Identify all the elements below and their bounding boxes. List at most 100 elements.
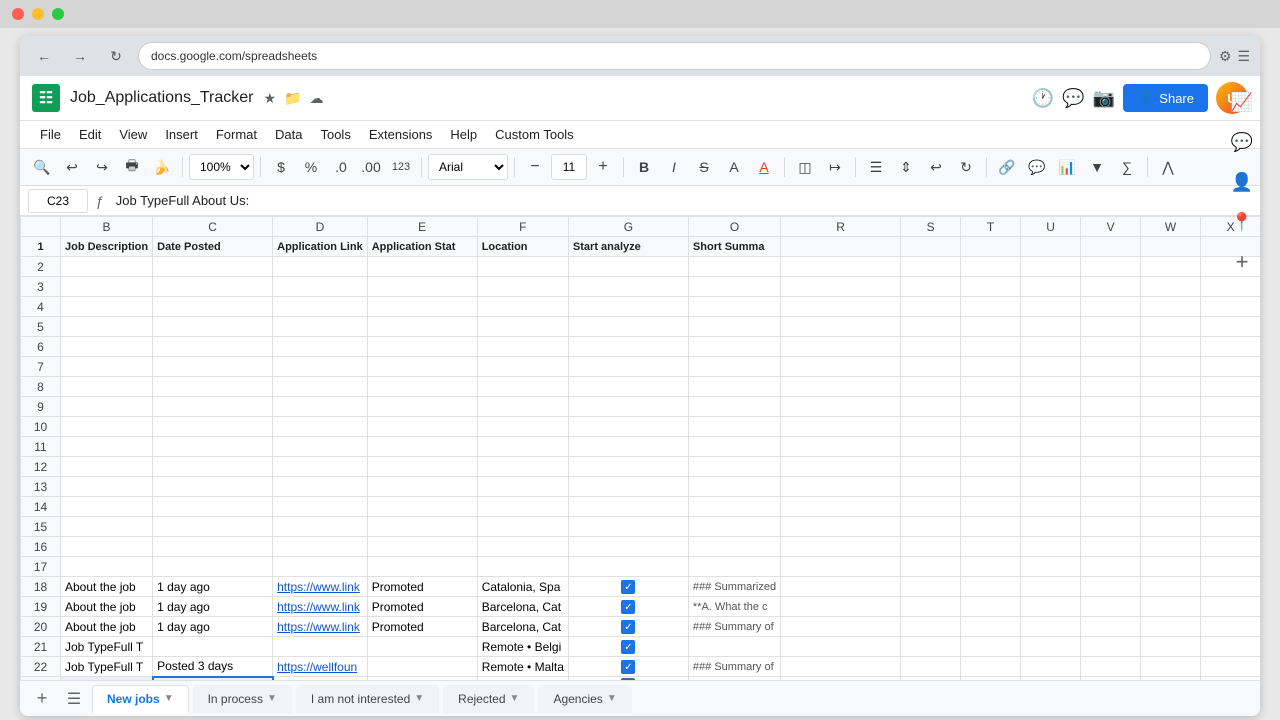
start-analyze-cell[interactable]: ✓ <box>568 617 688 637</box>
col-r[interactable]: R <box>781 217 901 237</box>
redo-button[interactable]: ↪ <box>88 153 116 181</box>
sidebar-plus-icon[interactable]: + <box>1228 248 1256 276</box>
document-title[interactable]: Job_Applications_Tracker <box>70 89 254 107</box>
decimal-increase-button[interactable]: .00 <box>357 153 385 181</box>
col-b[interactable]: B <box>61 217 153 237</box>
location-cell[interactable]: Remote • Malta <box>477 657 568 677</box>
link-cell[interactable]: https://wellfoun <box>278 680 358 681</box>
col-o[interactable]: O <box>688 217 780 237</box>
start-analyze-cell[interactable]: ✓ <box>568 577 688 597</box>
col-v[interactable]: V <box>1081 217 1141 237</box>
menu-format[interactable]: Format <box>208 123 265 146</box>
menu-edit[interactable]: Edit <box>71 123 109 146</box>
star-icon[interactable]: ★ <box>264 90 277 107</box>
summary-cell[interactable] <box>688 637 780 657</box>
table-row[interactable]: 20 About the job 1 day ago https://www.l… <box>21 617 1261 637</box>
app-status-cell[interactable] <box>367 637 477 657</box>
app-link-cell[interactable]: https://www.link <box>273 617 368 637</box>
zoom-selector[interactable]: 100% <box>189 154 254 180</box>
filter-button[interactable]: ▼ <box>1083 153 1111 181</box>
refresh-button[interactable]: ↻ <box>102 42 130 70</box>
menu-view[interactable]: View <box>111 123 155 146</box>
grid-container[interactable]: B C D E F G O R S T U V W X <box>20 216 1260 680</box>
merge-button[interactable]: ↦ <box>821 153 849 181</box>
checkbox-checked[interactable]: ✓ <box>621 640 635 654</box>
valign-button[interactable]: ⇕ <box>892 153 920 181</box>
tab-in-process-dropdown[interactable]: ▼ <box>267 693 277 704</box>
summary-cell[interactable]: ### Summary of <box>688 617 780 637</box>
job-desc-cell[interactable]: About the job <box>61 597 153 617</box>
tab-agencies[interactable]: Agencies ▼ <box>538 685 631 713</box>
date-cell[interactable]: 1 day ago <box>153 617 273 637</box>
tab-not-interested-dropdown[interactable]: ▼ <box>414 693 424 704</box>
col-f[interactable]: F <box>477 217 568 237</box>
job-desc-cell[interactable]: Job TypeFull T <box>61 637 153 657</box>
menu-tools[interactable]: Tools <box>312 123 358 146</box>
chart-button[interactable]: 📊 <box>1053 153 1081 181</box>
print-button[interactable]: 🖶 <box>118 153 146 181</box>
app-link-cell[interactable]: https://wellfoun <box>273 677 368 681</box>
sidebar-chat-icon[interactable]: 💬 <box>1228 128 1256 156</box>
location-cell[interactable]: Remote • Belgi <box>477 637 568 657</box>
italic-button[interactable]: I <box>660 153 688 181</box>
functions-button[interactable]: ∑ <box>1113 153 1141 181</box>
table-row[interactable]: 19 About the job 1 day ago https://www.l… <box>21 597 1261 617</box>
comment-icon[interactable]: 💬 <box>1062 88 1084 109</box>
menu-custom-tools[interactable]: Custom Tools <box>487 123 582 146</box>
sidebar-explore-icon[interactable]: 📈 <box>1228 88 1256 116</box>
close-dot[interactable] <box>12 8 24 20</box>
start-analyze-cell[interactable]: ✓ <box>568 637 688 657</box>
location-cell[interactable]: Remote <box>477 677 568 681</box>
tab-new-jobs[interactable]: New jobs ▼ <box>92 685 189 713</box>
font-selector[interactable]: Arial <box>428 154 508 180</box>
start-analyze-cell[interactable]: ✓ <box>568 597 688 617</box>
add-sheet-button[interactable]: + <box>28 685 56 713</box>
app-link-cell[interactable] <box>273 637 368 657</box>
col-s[interactable]: S <box>901 217 961 237</box>
table-row[interactable]: 22 Job TypeFull T Posted 3 days https://… <box>21 657 1261 677</box>
app-link-cell[interactable]: https://wellfoun <box>273 657 368 677</box>
app-status-cell[interactable] <box>367 657 477 677</box>
sidebar-location-icon[interactable]: 📍 <box>1228 208 1256 236</box>
forward-button[interactable]: → <box>66 42 94 70</box>
checkbox-unchecked[interactable] <box>621 678 635 680</box>
checkbox-checked[interactable]: ✓ <box>621 660 635 674</box>
checkbox-checked[interactable]: ✓ <box>621 580 635 594</box>
history-icon[interactable]: 🕐 <box>1032 88 1054 109</box>
link-cell[interactable]: https://wellfoun <box>277 660 357 674</box>
app-status-cell[interactable]: Promoted <box>367 577 477 597</box>
highlight-button[interactable]: A <box>720 153 748 181</box>
app-status-cell[interactable]: Promoted <box>367 597 477 617</box>
align-left-button[interactable]: ☰ <box>862 153 890 181</box>
share-button[interactable]: 👤 Share <box>1123 84 1208 112</box>
date-cell[interactable]: Posted 3 days <box>153 657 273 677</box>
job-desc-cell[interactable]: Job TypeFull T <box>61 657 153 677</box>
rotate-button[interactable]: ↻ <box>952 153 980 181</box>
tab-rejected[interactable]: Rejected ▼ <box>443 685 534 713</box>
tab-rejected-dropdown[interactable]: ▼ <box>510 693 520 704</box>
tab-new-jobs-dropdown[interactable]: ▼ <box>164 693 174 704</box>
address-bar[interactable]: docs.google.com/spreadsheets <box>138 42 1211 70</box>
search-button[interactable]: 🔍 <box>28 153 56 181</box>
link-button[interactable]: 🔗 <box>993 153 1021 181</box>
location-cell[interactable]: Catalonia, Spa <box>477 577 568 597</box>
minimize-dot[interactable] <box>32 8 44 20</box>
menu-help[interactable]: Help <box>442 123 485 146</box>
collapse-toolbar-button[interactable]: ⋀ <box>1154 153 1182 181</box>
percent-button[interactable]: % <box>297 153 325 181</box>
col-w[interactable]: W <box>1141 217 1201 237</box>
tab-in-process[interactable]: In process ▼ <box>193 685 292 713</box>
formula-input[interactable]: Job TypeFull About Us: <box>112 191 1252 210</box>
folder-icon[interactable]: 📁 <box>284 90 301 107</box>
location-cell[interactable]: Barcelona, Cat <box>477 597 568 617</box>
comment-button[interactable]: 💬 <box>1023 153 1051 181</box>
link-cell[interactable]: https://www.link <box>277 620 360 634</box>
summary-cell[interactable]: ### Summary of <box>688 657 780 677</box>
col-e[interactable]: E <box>367 217 477 237</box>
borders-button[interactable]: ◫ <box>791 153 819 181</box>
decimal-decrease-button[interactable]: .0 <box>327 153 355 181</box>
col-g[interactable]: G <box>568 217 688 237</box>
table-row[interactable]: 23 Job TypeFull A Posted 3 days https://… <box>21 677 1261 681</box>
app-link-cell[interactable]: https://www.link <box>273 577 368 597</box>
menu-extensions[interactable]: Extensions <box>361 123 441 146</box>
